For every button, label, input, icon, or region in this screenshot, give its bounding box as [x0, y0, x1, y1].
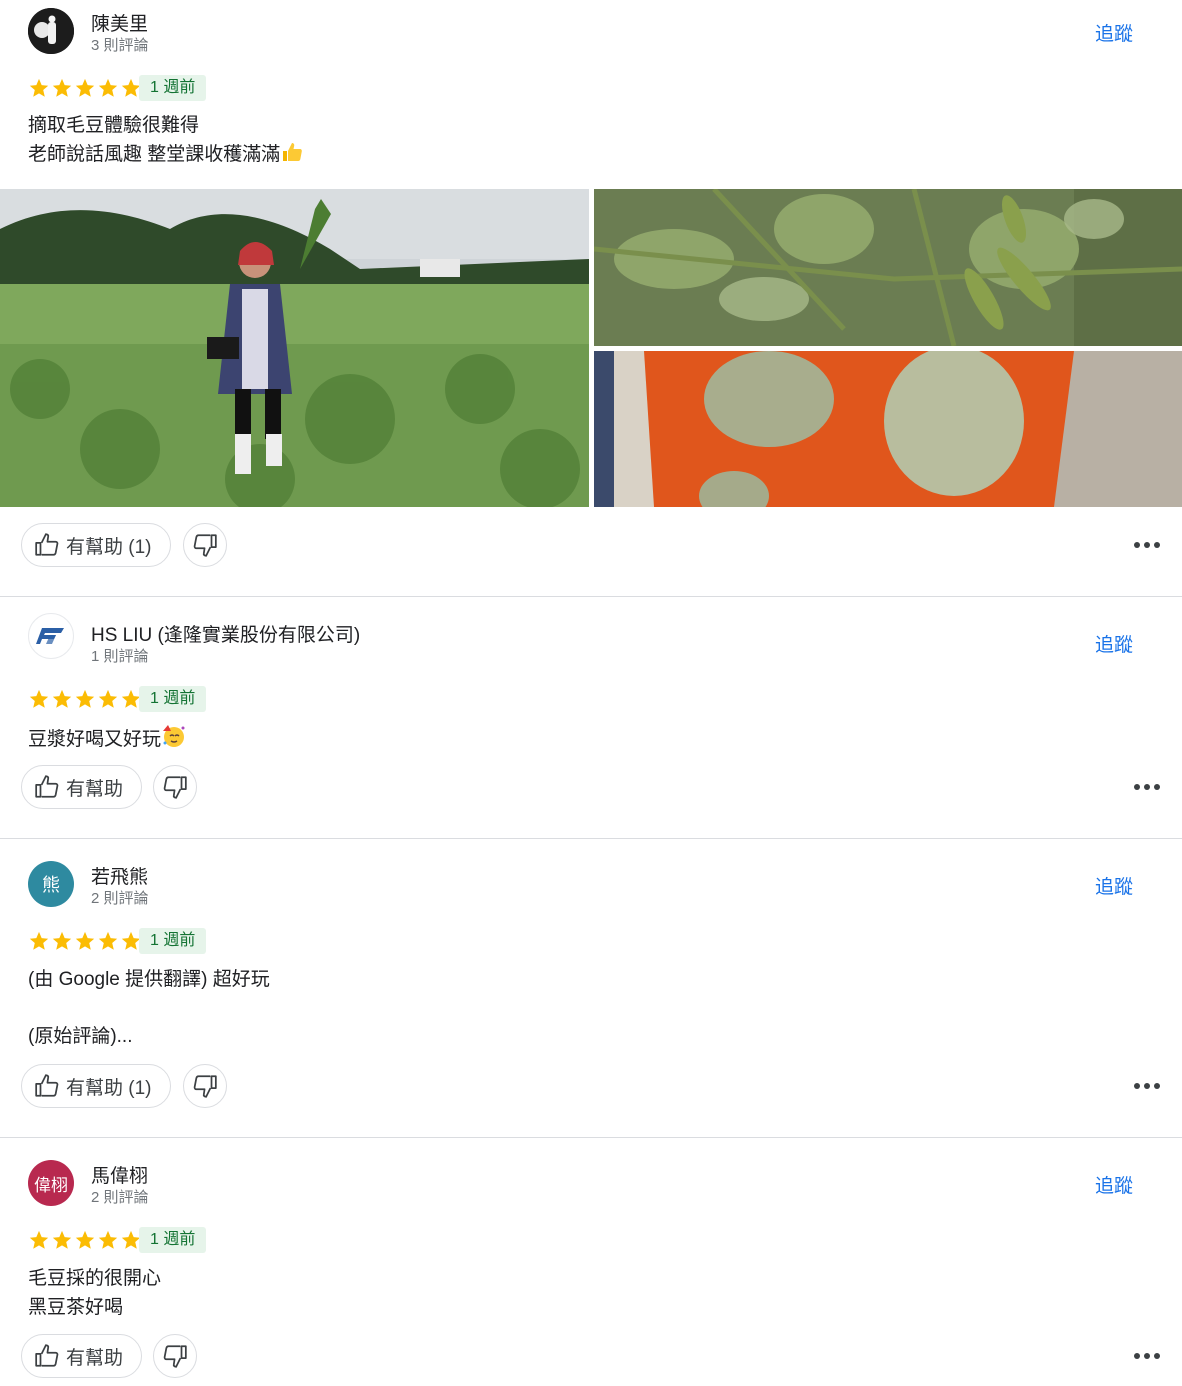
reviewer-name[interactable]: 馬偉栩: [91, 1161, 148, 1188]
star-icon: [98, 78, 118, 97]
review-photo-tofu[interactable]: [594, 351, 1182, 507]
star-icon: [75, 78, 95, 97]
helpful-button[interactable]: 有幫助: [21, 1334, 142, 1378]
follow-button[interactable]: 追蹤: [1095, 630, 1133, 657]
more-options-icon[interactable]: [1134, 1351, 1162, 1361]
not-helpful-button[interactable]: [183, 523, 227, 567]
star-icon: [29, 1230, 49, 1249]
helpful-label: 有幫助: [66, 778, 124, 800]
review-card: 偉栩 馬偉栩 2 則評論 追蹤 1 週前 毛豆採的很開心 黑豆茶好喝 有幫助: [0, 1138, 1182, 1386]
star-icon: [52, 1230, 72, 1249]
star-icon: [75, 689, 95, 708]
avatar[interactable]: [28, 8, 74, 54]
thumbs-down-icon: [163, 1345, 187, 1368]
review-text-line: 毛豆採的很開心: [28, 1268, 162, 1289]
photo-field-image: [0, 189, 589, 507]
reviewer-name[interactable]: 陳美里: [91, 9, 148, 36]
star-icon: [75, 1230, 95, 1249]
review-text-line: (由 Google 提供翻譯) 超好玩: [28, 969, 270, 990]
review-photo-plants[interactable]: [594, 189, 1182, 346]
not-helpful-button[interactable]: [183, 1064, 227, 1108]
avatar-initials: 熊: [42, 875, 60, 896]
star-icon: [52, 689, 72, 708]
time-badge: 1 週前: [139, 1227, 207, 1253]
company-logo-icon: [36, 628, 64, 644]
photo-soybean-plants-image: [594, 189, 1182, 346]
more-options-icon[interactable]: [1134, 782, 1162, 792]
not-helpful-button[interactable]: [153, 1334, 197, 1378]
follow-button[interactable]: 追蹤: [1095, 19, 1133, 46]
more-options-icon[interactable]: [1134, 540, 1162, 550]
thumbs-down-icon: [193, 534, 217, 557]
reviewer-name[interactable]: 若飛熊: [91, 862, 148, 889]
review-card: 陳美里 3 則評論 追蹤 1 週前 摘取毛豆體驗很難得 老師說話風趣 整堂課收穫…: [0, 0, 1182, 596]
reviewer-name[interactable]: HS LIU (逢隆實業股份有限公司): [91, 620, 360, 647]
helpful-button[interactable]: 有幫助 (1): [21, 1064, 171, 1108]
helpful-label: 有幫助 (1): [66, 1077, 152, 1099]
review-text-line: 黑豆茶好喝: [28, 1297, 124, 1318]
review-text-line: 老師說話風趣 整堂課收穫滿滿: [28, 144, 281, 165]
review-count: 3 則評論: [91, 37, 149, 54]
helpful-button[interactable]: 有幫助: [21, 765, 142, 809]
review-text-line: 豆漿好喝又好玩: [28, 729, 162, 750]
star-rating: [28, 1229, 142, 1251]
thumbs-up-icon: [35, 775, 59, 798]
star-icon: [29, 78, 49, 97]
follow-button[interactable]: 追蹤: [1095, 1171, 1133, 1198]
star-icon: [52, 78, 72, 97]
star-rating: [28, 77, 142, 99]
avatar-photo-icon: [28, 8, 74, 54]
photo-soy-pudding-image: [594, 351, 1182, 507]
thumbs-up-icon: [35, 1074, 59, 1097]
time-badge: 1 週前: [139, 686, 207, 712]
time-badge: 1 週前: [139, 75, 207, 101]
party-face-emoji-icon: [163, 725, 185, 747]
thumbs-up-emoji-icon: [283, 143, 303, 161]
thumbs-down-icon: [193, 1075, 217, 1098]
helpful-label: 有幫助 (1): [66, 536, 152, 558]
review-text-line[interactable]: (原始評論)...: [28, 1022, 133, 1051]
star-icon: [98, 1230, 118, 1249]
star-icon: [29, 689, 49, 708]
star-icon: [98, 689, 118, 708]
review-card: 熊 若飛熊 2 則評論 追蹤 1 週前 (由 Google 提供翻譯) 超好玩 …: [0, 839, 1182, 1137]
star-icon: [29, 931, 49, 950]
avatar[interactable]: 偉栩: [28, 1160, 74, 1206]
avatar-initials: 偉栩: [34, 1175, 68, 1196]
review-count: 2 則評論: [91, 890, 149, 907]
more-options-icon[interactable]: [1134, 1081, 1162, 1091]
thumbs-down-icon: [163, 776, 187, 799]
review-text-line-with-emoji: 豆漿好喝又好玩: [28, 723, 187, 754]
review-text-line-with-emoji: 老師說話風趣 整堂課收穫滿滿: [28, 140, 304, 169]
star-icon: [75, 931, 95, 950]
not-helpful-button[interactable]: [153, 765, 197, 809]
review-text-line: 摘取毛豆體驗很難得: [28, 115, 200, 136]
follow-button[interactable]: 追蹤: [1095, 872, 1133, 899]
avatar[interactable]: [28, 613, 74, 659]
star-icon: [98, 931, 118, 950]
review-count: 2 則評論: [91, 1189, 149, 1206]
helpful-label: 有幫助: [66, 1347, 124, 1369]
avatar[interactable]: 熊: [28, 861, 74, 907]
time-badge: 1 週前: [139, 928, 207, 954]
review-photo-field[interactable]: [0, 189, 589, 507]
helpful-button[interactable]: 有幫助 (1): [21, 523, 171, 567]
star-rating: [28, 688, 142, 710]
thumbs-up-icon: [35, 533, 59, 556]
star-icon: [52, 931, 72, 950]
review-card: HS LIU (逢隆實業股份有限公司) 1 則評論 追蹤 1 週前 豆漿好喝又好…: [0, 597, 1182, 838]
star-rating: [28, 930, 142, 952]
thumbs-up-icon: [35, 1344, 59, 1367]
review-count: 1 則評論: [91, 648, 149, 665]
